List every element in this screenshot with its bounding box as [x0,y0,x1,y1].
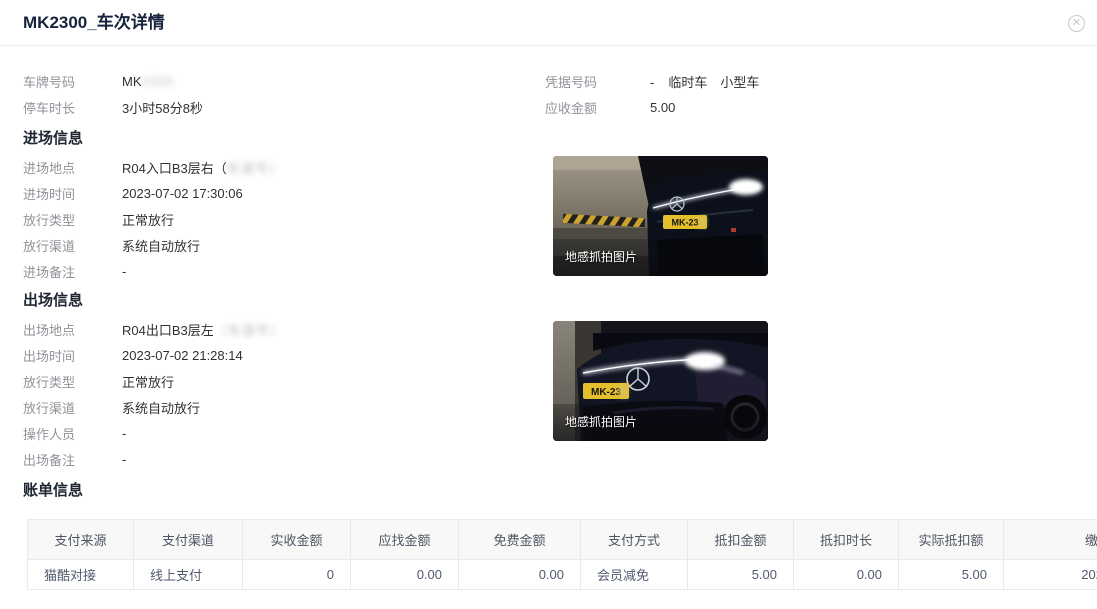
cell-payment-method: 会员减免 [581,560,688,590]
photo-caption: 地感抓拍图片 [565,413,637,430]
cell-free-amount: 0.00 [459,560,581,590]
field-label: 进场时间 [23,184,122,203]
entry-section-title: 进场信息 [23,128,1097,150]
field-value: MK2300 [122,74,174,89]
col-payment-source: 支付来源 [28,520,134,560]
cell-change-amount: 0.00 [351,560,459,590]
bill-table-row: 猫酷对接 线上支付 0 0.00 0.00 会员减免 5.00 0.00 5.0… [28,560,1097,590]
field-label: 出场时间 [23,346,122,365]
col-change-amount: 应找金额 [351,520,459,560]
entry-capture-photo[interactable]: MK-23 地感抓拍图片 [553,156,768,276]
field-value: 2023-07-02 21:28:14 [122,348,243,363]
dialog-header: MK2300_车次详情 ✕ [0,0,1097,46]
bill-table: 支付来源 支付渠道 实收金额 应找金额 免费金额 支付方式 抵扣金额 抵扣时长 … [27,519,1097,590]
field-label: 放行渠道 [23,398,122,417]
field-label: 进场地点 [23,158,122,177]
field-value: 3小时58分8秒 [122,98,203,117]
field-label: 操作人员 [23,424,122,443]
field-parking-duration: 停车时长 3小时58分8秒 [23,94,545,120]
field-value: 5.00 [650,100,675,115]
col-free-amount: 免费金额 [459,520,581,560]
field-value: -临时车小型车 [650,72,772,91]
field-value: 正常放行 [122,210,174,229]
field-value: - [122,452,126,467]
summary-section: 车牌号码 MK2300 停车时长 3小时58分8秒 凭据号码 -临时车小型车 应… [23,68,1097,120]
field-label: 放行类型 [23,210,122,229]
col-actual-deduction: 实际抵扣额 [899,520,1004,560]
vehicle-size-tag: 小型车 [720,75,759,90]
field-value: R04出口B3层左（车道号） [122,320,284,339]
exit-section-title: 出场信息 [23,290,1097,312]
vehicle-type-tag: 临时车 [668,75,707,90]
entry-plate-text: MK-23 [671,218,698,228]
col-payment-channel: 支付渠道 [134,520,243,560]
field-label: 放行类型 [23,372,122,391]
field-label: 进场备注 [23,262,122,281]
cell-deduction-duration: 0.00 [794,560,899,590]
dialog-body: 车牌号码 MK2300 停车时长 3小时58分8秒 凭据号码 -临时车小型车 应… [0,46,1097,590]
exit-plate-text: MK-23 [591,387,621,398]
field-value: - [122,426,126,441]
field-exit-remark: 出场备注 - [23,446,1097,472]
field-value: 系统自动放行 [122,398,200,417]
dialog-title: MK2300_车次详情 [23,0,165,45]
field-label: 凭据号码 [545,72,650,91]
field-label: 放行渠道 [23,236,122,255]
field-label: 停车时长 [23,98,122,117]
field-value: 系统自动放行 [122,236,200,255]
field-voucher-number: 凭据号码 -临时车小型车 [545,68,1097,94]
close-icon[interactable]: ✕ [1068,15,1085,32]
col-received-amount: 实收金额 [243,520,351,560]
masked-text: （车道号） [214,323,284,338]
exit-capture-photo[interactable]: MK-23 地感抓拍图片 [553,321,768,441]
masked-text: 2300 [142,74,175,89]
bill-section-title: 账单信息 [23,480,1097,502]
cell-payment-source: 猫酷对接 [28,560,134,590]
col-payment-time: 缴费时间 [1004,520,1097,560]
field-value: 2023-07-02 17:30:06 [122,186,243,201]
col-deduction-amount: 抵扣金额 [688,520,794,560]
col-payment-method: 支付方式 [581,520,688,560]
photo-caption: 地感抓拍图片 [565,248,637,265]
field-value: 正常放行 [122,372,174,391]
field-label: 应收金额 [545,98,650,117]
field-amount-receivable: 应收金额 5.00 [545,94,1097,120]
trip-detail-dialog: MK2300_车次详情 ✕ 车牌号码 MK2300 停车时长 3小时58分8秒 … [0,0,1097,609]
field-label: 车牌号码 [23,72,122,91]
cell-deduction-amount: 5.00 [688,560,794,590]
bill-header-row: 支付来源 支付渠道 实收金额 应找金额 免费金额 支付方式 抵扣金额 抵扣时长 … [28,520,1097,560]
cell-received-amount: 0 [243,560,351,590]
cell-payment-time: 2023-07-02 21:28:14 [1004,560,1097,590]
field-label: 出场地点 [23,320,122,339]
cell-payment-channel: 线上支付 [134,560,243,590]
field-label: 出场备注 [23,450,122,469]
field-plate-number: 车牌号码 MK2300 [23,68,545,94]
cell-actual-deduction: 5.00 [899,560,1004,590]
bill-table-scrollbar[interactable]: 支付来源 支付渠道 实收金额 应找金额 免费金额 支付方式 抵扣金额 抵扣时长 … [27,519,1097,590]
col-deduction-duration: 抵扣时长 [794,520,899,560]
field-value: R04入口B3层右（车道号） [122,158,283,177]
field-value: - [122,264,126,279]
masked-text: 车道号） [227,161,283,176]
